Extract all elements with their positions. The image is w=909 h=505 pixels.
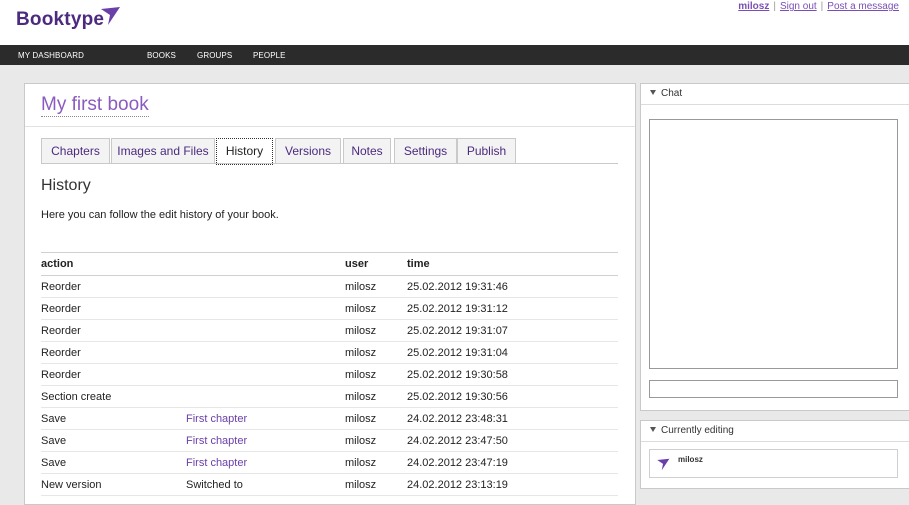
booktype-logo[interactable]: Booktype: [16, 9, 104, 31]
logo-mark-icon: [101, 7, 120, 25]
row-user: milosz: [345, 369, 377, 381]
editing-user-name: milosz: [678, 455, 703, 464]
post-message-link[interactable]: Post a message: [827, 1, 899, 12]
row-action: Reorder: [41, 369, 81, 381]
user-avatar-icon: [657, 458, 670, 471]
tab-images-and-files[interactable]: Images and Files: [111, 138, 215, 163]
row-action: Reorder: [41, 281, 81, 293]
row-time: 24.02.2012 23:47:19: [407, 457, 508, 469]
table-header: action user time: [41, 252, 618, 276]
table-row: Reorder milosz 25.02.2012 19:31:46: [41, 276, 618, 298]
row-user: milosz: [345, 303, 377, 315]
book-title[interactable]: My first book: [41, 94, 149, 117]
row-action: Reorder: [41, 303, 81, 315]
row-target: Switched to: [186, 479, 243, 491]
collapse-triangle-icon: [650, 90, 656, 95]
row-user: milosz: [345, 281, 377, 293]
tab-chapters[interactable]: Chapters: [41, 138, 110, 163]
collapse-triangle-icon: [650, 427, 656, 432]
history-intro: Here you can follow the edit history of …: [41, 209, 279, 221]
table-row: Save First chapter milosz 24.02.2012 23:…: [41, 452, 618, 474]
row-time: 25.02.2012 19:31:07: [407, 325, 508, 337]
table-row: Reorder milosz 25.02.2012 19:31:04: [41, 342, 618, 364]
row-action: Save: [41, 457, 67, 469]
row-user: milosz: [345, 391, 377, 403]
column-user: user: [345, 258, 369, 270]
row-user: milosz: [345, 435, 377, 447]
row-user: milosz: [345, 347, 377, 359]
top-header: Booktype milosz | Sign out | Post a message: [0, 0, 909, 45]
row-action: New version: [41, 479, 102, 491]
table-row: Reorder milosz 25.02.2012 19:31:12: [41, 298, 618, 320]
tab-versions[interactable]: Versions: [275, 138, 341, 163]
row-time: 24.02.2012 23:47:50: [407, 435, 508, 447]
nav-my-dashboard[interactable]: MY DASHBOARD: [18, 51, 84, 60]
row-time: 25.02.2012 19:30:56: [407, 391, 508, 403]
user-profile-link[interactable]: milosz: [738, 1, 769, 12]
user-links: milosz | Sign out | Post a message: [738, 1, 899, 12]
table-row: New version Switched to milosz 24.02.201…: [41, 474, 618, 496]
book-panel: My first book Chapters Images and Files …: [24, 83, 636, 505]
row-user: milosz: [345, 413, 377, 425]
separator: |: [820, 1, 824, 12]
nav-people[interactable]: PEOPLE: [253, 51, 286, 60]
separator: |: [773, 1, 776, 12]
row-time: 24.02.2012 23:48:31: [407, 413, 508, 425]
row-time: 25.02.2012 19:31:46: [407, 281, 508, 293]
row-time: 25.02.2012 19:31:12: [407, 303, 508, 315]
table-row: Reorder milosz 25.02.2012 19:31:07: [41, 320, 618, 342]
nav-books[interactable]: BOOKS: [147, 51, 176, 60]
row-time: 24.02.2012 23:13:19: [407, 479, 508, 491]
table-row: Save First chapter milosz 24.02.2012 23:…: [41, 408, 618, 430]
row-time: 25.02.2012 19:30:58: [407, 369, 508, 381]
row-time: 25.02.2012 19:31:04: [407, 347, 508, 359]
row-action: Save: [41, 413, 67, 425]
tab-publish[interactable]: Publish: [457, 138, 516, 163]
table-row: Section create milosz 25.02.2012 19:30:5…: [41, 386, 618, 408]
tab-history[interactable]: History: [216, 138, 273, 165]
tab-underline: [41, 163, 618, 164]
table-row: Reorder milosz 25.02.2012 19:30:58: [41, 364, 618, 386]
divider: [25, 126, 635, 127]
nav-groups[interactable]: GROUPS: [197, 51, 232, 60]
chapter-link[interactable]: First chapter: [186, 413, 247, 425]
chat-panel: Chat: [640, 83, 909, 411]
currently-editing-header[interactable]: Currently editing: [641, 421, 909, 442]
column-time: time: [407, 258, 430, 270]
editing-user: milosz: [649, 449, 898, 478]
chat-messages[interactable]: [649, 119, 898, 369]
chat-header[interactable]: Chat: [641, 84, 909, 105]
row-user: milosz: [345, 457, 377, 469]
chapter-link[interactable]: First chapter: [186, 457, 247, 469]
row-user: milosz: [345, 325, 377, 337]
tab-notes[interactable]: Notes: [343, 138, 391, 163]
currently-editing-panel: Currently editing milosz: [640, 420, 909, 489]
row-action: Reorder: [41, 347, 81, 359]
chat-input[interactable]: [649, 380, 898, 398]
history-table: action user time Reorder milosz 25.02.20…: [41, 252, 618, 496]
sign-out-link[interactable]: Sign out: [780, 1, 817, 12]
tab-settings[interactable]: Settings: [394, 138, 457, 163]
row-user: milosz: [345, 479, 377, 491]
row-action: Section create: [41, 391, 112, 403]
chapter-link[interactable]: First chapter: [186, 435, 247, 447]
row-action: Reorder: [41, 325, 81, 337]
chat-label: Chat: [661, 88, 683, 99]
row-action: Save: [41, 435, 67, 447]
main-nav: MY DASHBOARD BOOKS GROUPS PEOPLE: [0, 45, 909, 65]
history-heading: History: [41, 177, 91, 194]
currently-editing-label: Currently editing: [661, 425, 734, 436]
column-action: action: [41, 258, 74, 270]
table-row: Save First chapter milosz 24.02.2012 23:…: [41, 430, 618, 452]
